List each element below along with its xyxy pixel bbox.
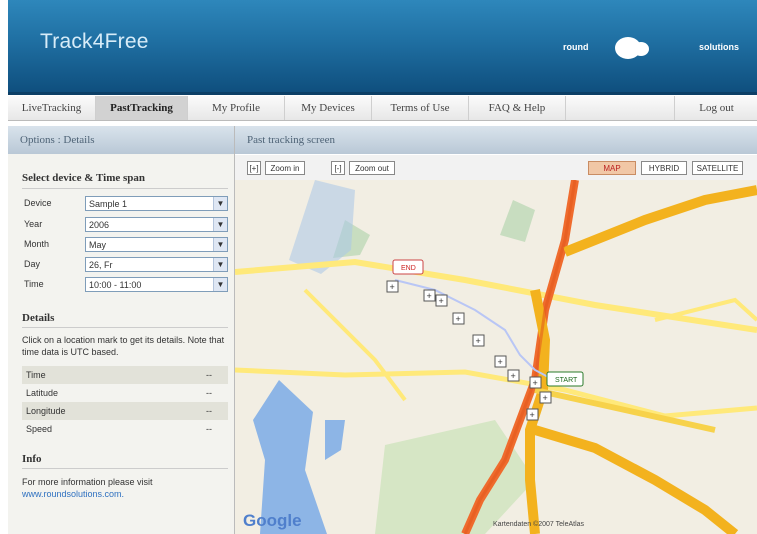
- device-select[interactable]: Sample 1 ▼: [85, 196, 228, 211]
- divider: [22, 188, 228, 189]
- route-marker[interactable]: +: [526, 408, 539, 421]
- svg-text:+: +: [456, 314, 461, 324]
- device-select-value: Sample 1: [89, 199, 128, 209]
- tab-terms-of-use[interactable]: Terms of Use: [372, 96, 469, 120]
- route-marker[interactable]: +: [494, 355, 507, 368]
- select-device-title: Select device & Time span: [22, 172, 146, 184]
- svg-text:+: +: [439, 296, 444, 306]
- divider: [22, 468, 228, 469]
- detail-row-speed: Speed --: [22, 420, 228, 438]
- detail-row-time: Time --: [22, 366, 228, 384]
- svg-text:+: +: [498, 357, 503, 367]
- divider: [22, 327, 228, 328]
- top-navigation: LiveTracking PastTracking My Profile My …: [8, 96, 757, 121]
- svg-text:+: +: [543, 393, 548, 403]
- route-marker[interactable]: +: [529, 376, 542, 389]
- details-title: Details: [22, 312, 55, 324]
- route-marker[interactable]: +: [472, 334, 485, 347]
- tab-faq-help[interactable]: FAQ & Help: [469, 96, 566, 120]
- route-marker[interactable]: +: [386, 280, 399, 293]
- chevron-down-icon: ▼: [213, 197, 227, 210]
- logo-word-right: solutions: [699, 42, 739, 52]
- map-mode-button[interactable]: MAP: [588, 161, 636, 175]
- detail-key: Speed: [26, 424, 53, 434]
- route-marker[interactable]: +: [507, 369, 520, 382]
- logout-button[interactable]: Log out: [674, 96, 757, 120]
- satellite-mode-button[interactable]: SATELLITE: [692, 161, 743, 175]
- chevron-down-icon: ▼: [213, 278, 227, 291]
- hybrid-mode-button[interactable]: HYBRID: [641, 161, 687, 175]
- zoom-in-button[interactable]: Zoom in: [265, 161, 305, 175]
- company-logo: round solutions: [563, 36, 739, 60]
- day-label: Day: [24, 259, 41, 269]
- svg-text:+: +: [427, 291, 432, 301]
- route-marker[interactable]: +: [452, 312, 465, 325]
- route-marker[interactable]: +: [435, 294, 448, 307]
- svg-text:+: +: [511, 371, 516, 381]
- past-tracking-header: Past tracking screen: [235, 126, 757, 154]
- info-title: Info: [22, 453, 42, 465]
- device-label: Device: [24, 198, 52, 208]
- logo-word-left: round: [563, 42, 589, 52]
- tab-my-profile[interactable]: My Profile: [188, 96, 285, 120]
- year-select[interactable]: 2006 ▼: [85, 217, 228, 232]
- detail-row-latitude: Latitude --: [22, 384, 228, 402]
- day-select-value: 26, Fr: [89, 260, 113, 270]
- zoom-in-icon[interactable]: [+]: [247, 161, 261, 175]
- day-select[interactable]: 26, Fr ▼: [85, 257, 228, 272]
- app-header: Track4Free round solutions: [8, 0, 757, 95]
- chevron-down-icon: ▼: [213, 258, 227, 271]
- zoom-out-icon[interactable]: [-]: [331, 161, 345, 175]
- logo-shape-small: [633, 42, 649, 56]
- details-description: Click on a location mark to get its deta…: [22, 335, 225, 357]
- chevron-down-icon: ▼: [213, 238, 227, 251]
- svg-text:+: +: [530, 410, 535, 420]
- detail-row-longitude: Longitude --: [22, 402, 228, 420]
- detail-key: Time: [26, 370, 46, 380]
- app-title: Track4Free: [40, 30, 149, 53]
- map-canvas: + + + + + + + + + + END START Google Kar…: [235, 180, 757, 534]
- route-marker[interactable]: +: [423, 289, 436, 302]
- svg-text:+: +: [390, 282, 395, 292]
- chevron-down-icon: ▼: [213, 218, 227, 231]
- start-marker[interactable]: START: [546, 371, 584, 387]
- options-panel: Options : Details Select device & Time s…: [8, 126, 235, 534]
- options-header: Options : Details: [8, 126, 234, 154]
- map-view[interactable]: + + + + + + + + + + END START Google Kar…: [235, 180, 757, 534]
- tab-my-devices[interactable]: My Devices: [285, 96, 372, 120]
- time-label: Time: [24, 279, 44, 289]
- end-marker[interactable]: END: [392, 259, 424, 275]
- svg-text:+: +: [533, 378, 538, 388]
- end-marker-label: END: [401, 265, 416, 272]
- detail-value: --: [206, 370, 212, 380]
- detail-key: Latitude: [26, 388, 59, 398]
- roundsolutions-link[interactable]: www.roundsolutions.com.: [22, 488, 232, 500]
- svg-text:+: +: [476, 336, 481, 346]
- time-select-value: 10:00 - 11:00: [89, 280, 142, 290]
- detail-key: Longitude: [26, 406, 66, 416]
- zoom-out-button[interactable]: Zoom out: [349, 161, 395, 175]
- map-attribution: Kartendaten ©2007 TeleAtlas: [493, 520, 585, 528]
- detail-value: --: [206, 388, 212, 398]
- time-select[interactable]: 10:00 - 11:00 ▼: [85, 277, 228, 292]
- month-select-value: May: [89, 240, 107, 250]
- tab-past-tracking[interactable]: PastTracking: [96, 96, 188, 120]
- route-marker[interactable]: +: [539, 391, 552, 404]
- start-marker-label: START: [555, 377, 578, 384]
- google-logo: Google: [243, 511, 302, 530]
- year-label: Year: [24, 219, 43, 229]
- map-toolbar: [+] Zoom in [-] Zoom out MAP HYBRID SATE…: [235, 155, 757, 180]
- tab-live-tracking[interactable]: LiveTracking: [8, 96, 96, 120]
- year-select-value: 2006: [89, 220, 110, 230]
- detail-value: --: [206, 406, 212, 416]
- info-text: For more information please visit: [22, 477, 153, 487]
- month-label: Month: [24, 239, 50, 249]
- detail-value: --: [206, 424, 212, 434]
- month-select[interactable]: May ▼: [85, 237, 228, 252]
